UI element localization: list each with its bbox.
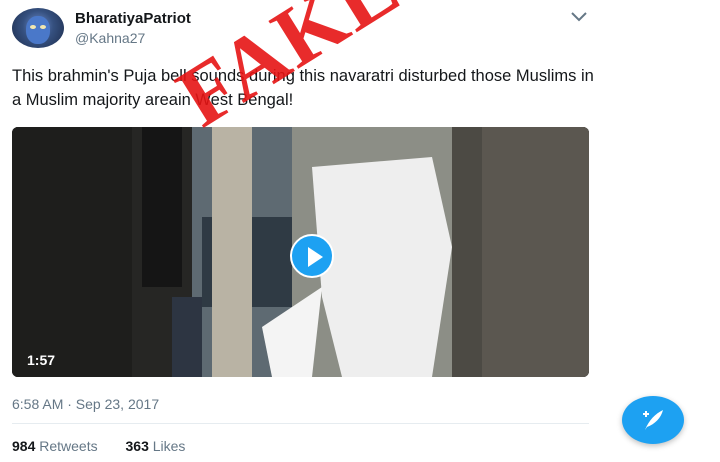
- likes-stat[interactable]: 363 Likes: [126, 438, 186, 454]
- retweets-count: 984: [12, 438, 36, 454]
- tweet-card: BharatiyaPatriot @Kahna27 This brahmin's…: [0, 0, 720, 462]
- display-name[interactable]: BharatiyaPatriot: [75, 10, 191, 27]
- retweets-label: Retweets: [39, 438, 98, 454]
- tweet-text: This brahmin's Puja bell sounds during t…: [12, 67, 594, 109]
- likes-count: 363: [125, 438, 149, 454]
- video-player[interactable]: 1:57: [12, 127, 589, 377]
- compose-tweet-icon: [643, 410, 663, 430]
- divider: [12, 423, 589, 424]
- likes-label: Likes: [152, 438, 186, 454]
- avatar-eye: [30, 25, 36, 29]
- video-duration: 1:57: [27, 352, 56, 368]
- avatar-eye: [40, 25, 46, 29]
- user-handle[interactable]: @Kahna27: [75, 30, 145, 46]
- play-icon[interactable]: [290, 234, 334, 278]
- chevron-down-icon[interactable]: [570, 10, 588, 24]
- retweets-stat[interactable]: 984 Retweets: [12, 438, 98, 454]
- compose-tweet-button[interactable]: [622, 396, 684, 444]
- avatar-face: [26, 16, 50, 44]
- tweet-timestamp[interactable]: 6:58 AM · Sep 23, 2017: [12, 396, 159, 412]
- avatar[interactable]: [12, 8, 64, 48]
- tweet-stats: 984 Retweets 363 Likes: [12, 438, 209, 454]
